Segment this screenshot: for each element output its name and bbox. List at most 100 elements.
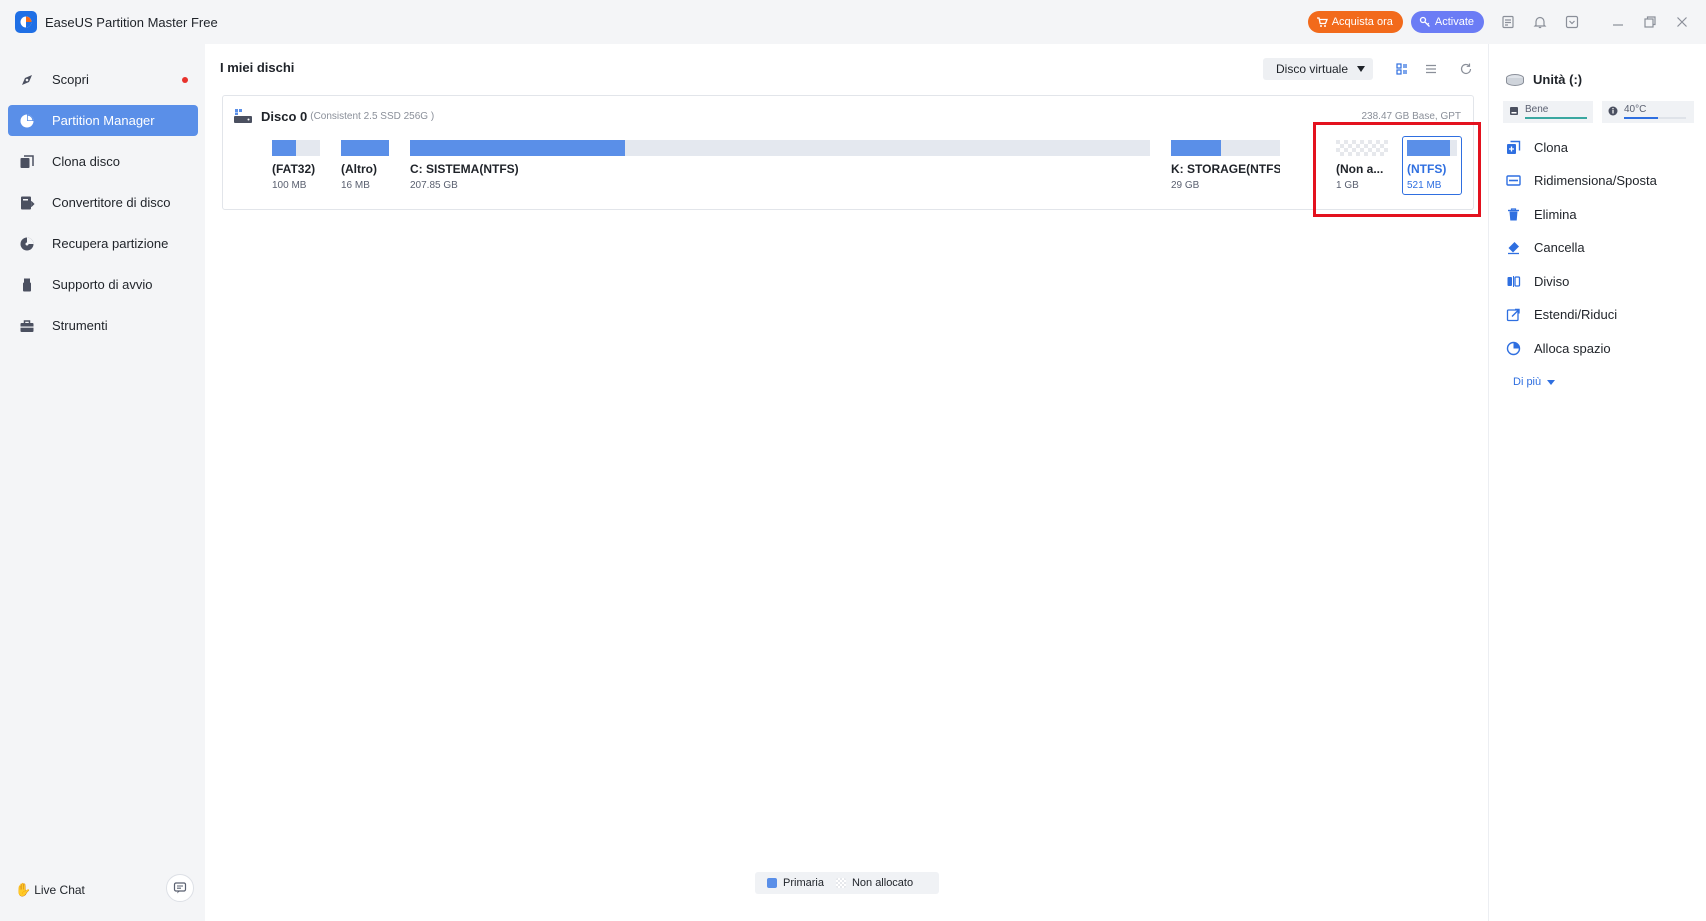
sidebar-item-label: Strumenti [52, 318, 108, 333]
dropdown-box-icon [1565, 15, 1579, 29]
allocate-icon [1505, 340, 1521, 356]
title-bar: EaseUS Partition Master Free Acquista or… [0, 0, 1706, 44]
close-button[interactable] [1666, 0, 1698, 44]
sidebar-item-label: Clona disco [52, 154, 120, 169]
partition-k-storage[interactable]: K: STORAGE(NTFS) 29 GB [1171, 140, 1280, 191]
sidebar-item-label: Supporto di avvio [52, 277, 153, 292]
action-alloca[interactable]: Alloca spazio [1505, 336, 1611, 360]
more-dropdown[interactable]: Di più [1513, 376, 1556, 388]
eraser-icon [1505, 239, 1521, 255]
notifications-button[interactable] [1524, 0, 1556, 44]
virtual-disk-dropdown[interactable]: Disco virtuale [1263, 58, 1373, 80]
action-ridimensiona[interactable]: Ridimensiona/Sposta [1505, 168, 1657, 192]
drive-icon [1506, 73, 1524, 86]
usage-bar [272, 140, 296, 156]
partition-name: K: STORAGE(NTFS) [1171, 162, 1280, 176]
action-estendi[interactable]: Estendi/Riduci [1505, 302, 1617, 326]
live-chat-link[interactable]: ✋ Live Chat [15, 882, 85, 898]
action-label: Ridimensiona/Sposta [1534, 172, 1657, 188]
page-title: I miei dischi [220, 60, 295, 75]
menu-button[interactable] [1556, 0, 1588, 44]
live-chat-label: Live Chat [34, 883, 85, 897]
more-label: Di più [1513, 376, 1542, 388]
sidebar-item-strumenti[interactable]: Strumenti [8, 310, 198, 341]
buy-now-label: Acquista ora [1331, 16, 1393, 28]
health-label: Bene [1525, 104, 1549, 115]
restore-icon [1644, 16, 1656, 28]
info-icon [1608, 106, 1618, 116]
sidebar-item-scopri[interactable]: Scopri [8, 64, 198, 95]
unit-label: Unità (:) [1533, 72, 1583, 87]
sidebar-item-partition-manager[interactable]: Partition Manager [8, 105, 198, 136]
refresh-icon [1460, 63, 1472, 75]
minimize-icon [1613, 24, 1623, 26]
temperature-label: 40°C [1624, 104, 1647, 115]
notes-button[interactable] [1492, 0, 1524, 44]
partition-size: 16 MB [341, 180, 370, 191]
usage-bar [1171, 140, 1222, 156]
app-title: EaseUS Partition Master Free [45, 14, 218, 30]
partition-c-sistema[interactable]: C: SISTEMA(NTFS) 207.85 GB [410, 140, 1150, 191]
virtual-disk-label: Disco virtuale [1276, 62, 1349, 76]
temperature-status: 40°C [1602, 101, 1694, 123]
disk-health-icon [1510, 107, 1518, 115]
grid-view-icon [1396, 63, 1407, 75]
unallocated-swatch [835, 878, 846, 888]
action-elimina[interactable]: Elimina [1505, 202, 1577, 226]
compass-icon [18, 71, 36, 89]
chat-bubble-icon [173, 882, 187, 894]
bell-icon [1533, 16, 1547, 29]
sidebar-item-label: Scopri [52, 72, 89, 87]
usage-bar [341, 140, 389, 156]
restore-button[interactable] [1634, 0, 1666, 44]
action-cancella[interactable]: Cancella [1505, 235, 1585, 259]
action-clona[interactable]: Clona [1505, 135, 1568, 159]
partition-name: C: SISTEMA(NTFS) [410, 162, 519, 176]
sidebar-item-supporto-avvio[interactable]: Supporto di avvio [8, 269, 198, 300]
health-bar [1525, 117, 1587, 119]
minimize-button[interactable] [1602, 0, 1634, 44]
action-label: Estendi/Riduci [1534, 306, 1618, 322]
action-diviso[interactable]: Diviso [1505, 269, 1569, 293]
activate-button[interactable]: Activate [1410, 11, 1484, 33]
partition-altro[interactable]: (Altro) 16 MB [341, 140, 389, 191]
trash-icon [1505, 206, 1521, 222]
split-icon [1505, 273, 1521, 289]
sidebar-item-convertitore[interactable]: Convertitore di disco [8, 187, 198, 218]
disk-name: Disco 0 [261, 108, 308, 124]
sidebar-item-label: Convertitore di disco [52, 195, 171, 210]
recover-icon [18, 235, 36, 253]
partition-fat32[interactable]: (FAT32) 100 MB [272, 140, 320, 191]
action-label: Alloca spazio [1534, 340, 1611, 356]
notes-icon [1502, 15, 1514, 29]
action-label: Elimina [1534, 206, 1577, 222]
partition-size: 207.85 GB [410, 180, 458, 191]
activate-label: Activate [1434, 16, 1474, 28]
usage-bar [410, 140, 625, 156]
highlight-box [1313, 122, 1481, 217]
partition-size: 100 MB [272, 180, 307, 191]
disk-model: (Consistent 2.5 SSD 256G ) [310, 110, 435, 122]
disk-card[interactable]: Disco 0 (Consistent 2.5 SSD 256G ) 238.4… [222, 95, 1474, 210]
notification-dot [182, 77, 188, 83]
sidebar: Scopri Partition Manager Clona disco Con… [0, 44, 205, 921]
refresh-button[interactable] [1455, 58, 1477, 80]
cart-icon [1316, 17, 1328, 27]
partition-name: (Altro) [341, 162, 377, 176]
usb-icon [18, 276, 36, 294]
action-label: Diviso [1534, 273, 1570, 289]
chevron-down-icon [1357, 66, 1365, 72]
partition-name: (FAT32) [272, 162, 316, 176]
sidebar-item-label: Partition Manager [52, 113, 155, 128]
grid-view-button[interactable] [1391, 58, 1413, 80]
chat-button[interactable] [166, 874, 194, 902]
action-label: Cancella [1534, 239, 1585, 255]
main-panel: I miei dischi Disco virtuale Disco 0 (Co… [205, 44, 1488, 921]
sidebar-item-recupera[interactable]: Recupera partizione [8, 228, 198, 259]
clone-icon [1505, 139, 1521, 155]
sidebar-item-clona-disco[interactable]: Clona disco [8, 146, 198, 177]
buy-now-button[interactable]: Acquista ora [1307, 11, 1403, 33]
action-label: Clona [1534, 139, 1568, 155]
list-view-button[interactable] [1420, 58, 1442, 80]
partition-size: 29 GB [1171, 180, 1200, 191]
